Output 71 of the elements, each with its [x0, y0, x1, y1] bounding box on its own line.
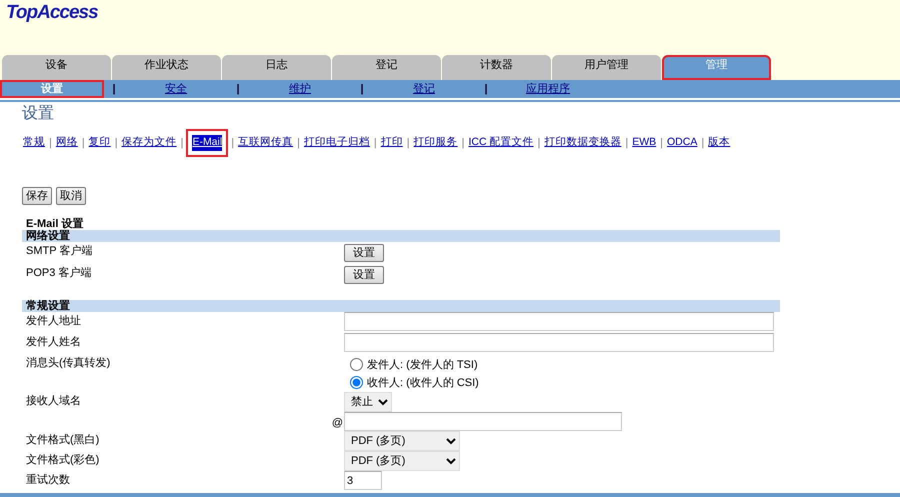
subnav-link[interactable]: 登记 — [372, 80, 476, 98]
settings-link[interactable]: 打印服务 — [412, 134, 459, 152]
radio-button[interactable] — [350, 376, 363, 390]
page-title: 设置 — [21, 104, 55, 124]
separator: | — [359, 82, 365, 97]
subnav-link[interactable]: 维护 — [248, 80, 352, 98]
nav-tab[interactable]: 登记 — [332, 55, 441, 80]
field-label: 文件格式(彩色) — [25, 452, 100, 468]
separator: | — [624, 136, 630, 151]
nav-tab[interactable]: 计数器 — [442, 55, 551, 80]
field-label: SMTP 客户端 — [25, 244, 94, 259]
separator: | — [659, 136, 664, 151]
radio-button[interactable] — [350, 358, 363, 372]
domain-dropdown[interactable]: 禁止 — [344, 392, 392, 412]
settings-link[interactable]: 打印电子归档 — [302, 134, 371, 152]
separator: | — [406, 136, 411, 151]
field-label: 发件人地址 — [25, 314, 82, 329]
form-title: E-Mail 设置 — [25, 218, 84, 230]
settings-link[interactable]: E-Mail — [186, 129, 228, 157]
at-sign: @ — [332, 416, 343, 429]
setup-button[interactable]: 设置 — [344, 266, 384, 284]
nav-tab[interactable]: 设备 — [2, 55, 111, 80]
subnav-link[interactable]: 安全 — [124, 80, 228, 98]
action-button[interactable]: 保存 — [22, 186, 52, 205]
settings-link[interactable]: 互联网传真 — [237, 134, 294, 152]
settings-link[interactable]: ODCA — [666, 134, 698, 152]
setup-button[interactable]: 设置 — [344, 244, 384, 262]
settings-link[interactable]: 网络 — [54, 134, 79, 152]
separator: | — [372, 136, 378, 151]
nav-tab[interactable]: 日志 — [222, 55, 331, 80]
nav-tab[interactable]: 作业状态 — [112, 55, 221, 80]
separator: | — [114, 136, 119, 151]
text-field[interactable] — [344, 312, 774, 331]
settings-link[interactable]: 版本 — [707, 134, 732, 152]
settings-link[interactable]: 打印 — [380, 134, 404, 152]
separator: | — [483, 82, 489, 97]
field-label: 接收人域名 — [25, 394, 82, 409]
separator: | — [536, 136, 542, 151]
section-header: 网络设置 — [22, 230, 780, 242]
text-field[interactable]: 3 — [344, 471, 382, 490]
separator: | — [111, 82, 117, 97]
separator: | — [230, 136, 236, 151]
section-header: 常规设置 — [22, 300, 780, 312]
format-dropdown[interactable]: PDF (多页) — [344, 451, 460, 472]
separator: | — [48, 136, 53, 151]
settings-link[interactable]: 打印数据变换器 — [543, 134, 622, 152]
subnav-link[interactable]: 应用程序 — [496, 80, 600, 98]
settings-link[interactable]: 复印 — [88, 134, 112, 152]
settings-link[interactable]: 保存为文件 — [120, 134, 178, 152]
radio-label: 发件人: (发件人的 TSI) — [367, 358, 478, 372]
field-label: 文件格式(黑白) — [25, 432, 100, 448]
settings-link[interactable]: EWB — [631, 134, 658, 152]
separator: | — [296, 136, 301, 151]
domain-field[interactable] — [344, 412, 622, 431]
separator: | — [80, 136, 86, 151]
separator: | — [700, 136, 706, 151]
separator: | — [235, 82, 241, 97]
text-field[interactable] — [344, 332, 774, 352]
separator: | — [180, 136, 184, 151]
settings-link[interactable]: 常规 — [22, 134, 46, 152]
action-button[interactable]: 取消 — [56, 186, 86, 205]
settings-link[interactable]: ICC 配置文件 — [468, 134, 534, 152]
field-label: 重试次数 — [25, 473, 71, 488]
logo: TopAccess — [6, 2, 98, 24]
radio-label: 收件人: (收件人的 CSI) — [367, 376, 479, 390]
field-label: 消息头(传真转发) — [25, 356, 112, 371]
field-label: 发件人姓名 — [25, 334, 82, 350]
nav-tab[interactable]: 用户管理 — [552, 55, 661, 80]
field-label: POP3 客户端 — [25, 266, 92, 281]
separator: | — [460, 136, 466, 151]
format-dropdown[interactable]: PDF (多页) — [344, 431, 460, 452]
